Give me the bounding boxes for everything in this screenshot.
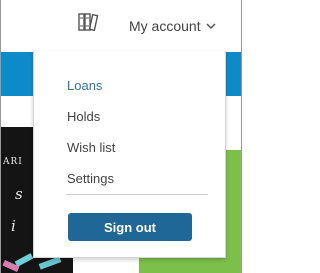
my-account-label: My account bbox=[129, 18, 201, 34]
books-icon[interactable] bbox=[77, 11, 99, 33]
chevron-down-icon bbox=[206, 22, 216, 29]
top-bar: My account bbox=[1, 0, 241, 52]
menu-item-settings[interactable]: Settings bbox=[67, 171, 114, 186]
menu-divider bbox=[66, 194, 208, 195]
window-border-right bbox=[241, 0, 242, 273]
my-account-button[interactable]: My account bbox=[129, 16, 216, 36]
cover-shard bbox=[38, 256, 62, 270]
book-cover-image[interactable]: ARI s i bbox=[1, 127, 33, 273]
account-dropdown-menu: Loans Holds Wish list Settings Sign out bbox=[33, 51, 226, 258]
book-cover-edge bbox=[33, 256, 73, 273]
cover-text: s bbox=[15, 185, 23, 203]
menu-item-wish-list[interactable]: Wish list bbox=[67, 140, 115, 155]
cover-text: i bbox=[11, 217, 16, 235]
menu-item-holds[interactable]: Holds bbox=[67, 109, 100, 124]
sign-out-button[interactable]: Sign out bbox=[68, 213, 192, 241]
menu-item-loans[interactable]: Loans bbox=[67, 78, 102, 93]
cover-text: ARI bbox=[3, 157, 23, 167]
